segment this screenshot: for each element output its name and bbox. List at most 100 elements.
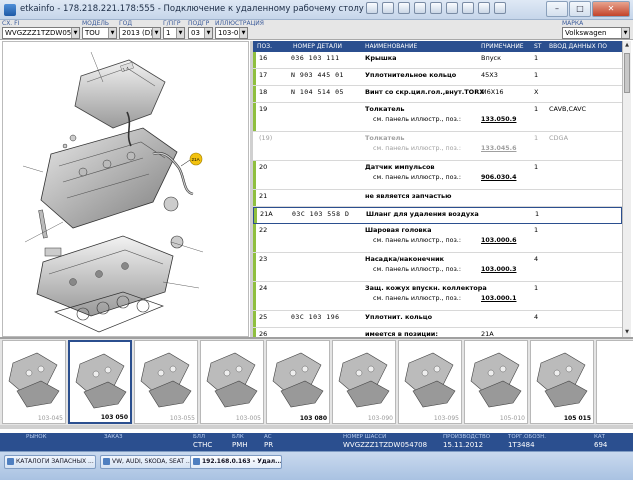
cell-pos: 24 [259,284,268,292]
cell-name: Толкатель [365,134,405,142]
thumbnail[interactable]: 105-010 [464,340,528,424]
col-pos[interactable]: ПОЗ. [257,43,272,50]
row-marker [253,86,256,102]
scroll-thumb[interactable] [624,53,630,93]
thumbnail[interactable]: 103 080 [266,340,330,424]
maximize-button[interactable]: □ [569,1,591,17]
chevron-down-icon[interactable]: ▼ [176,28,184,38]
help-icon[interactable] [494,2,506,14]
cell-name: Шланг для удаления воздуха [366,210,479,218]
taskbar-button[interactable]: VW, AUDI, SKODA, SEAT ... [100,455,192,469]
illustration-reference-link[interactable]: 103.000.3 [481,266,516,273]
status-label: ТОРГ.ОБОЗН. [508,434,546,440]
thumbnail[interactable]: 105 015 [530,340,594,424]
cell-part-number: 03C 103 558 D [292,210,350,218]
cell-st: X [534,88,539,96]
cell-sub-label: см. панель иллюстр., поз.: [373,145,461,152]
col-note[interactable]: ПРИМЕЧАНИЕ [481,43,524,50]
status-value: CTHC [193,441,213,449]
filter-label: СХ. FI [2,20,20,27]
vehicle-status-bar: РЫНОК ЗАКАЗ БЛЛ CTHC БЛК PMH АС PR НОМЕР ШАССИ WV… [0,433,633,451]
col-name[interactable]: НАИМЕНОВАНИЕ [365,43,417,50]
col-part-number[interactable]: НОМЕР ДЕТАЛИ [293,43,342,50]
filter-field[interactable]: 03 ▼ [188,27,213,39]
table-row[interactable]: 21 не является запчастью [253,190,622,207]
cell-note: 45X3 [481,71,498,79]
status-label: ПРОИЗВОДСТВО [443,434,491,440]
thumbnail[interactable] [596,340,633,424]
illustration-reference-link[interactable]: 133.050.9 [481,116,516,123]
table-row[interactable]: 23 Насадка/наконечник 4 см. панель иллюстр.… [253,253,622,282]
chevron-down-icon[interactable]: ▼ [204,28,212,38]
thumbnail-drawing [140,352,192,408]
thumbnail[interactable]: 103-045 [2,340,66,424]
status-label: АС [264,434,272,440]
copy-icon[interactable] [382,2,394,14]
row-marker [253,69,256,85]
table-row[interactable]: 22 Шаровая головка 1 см. панель иллюстр., п… [253,224,622,253]
filter-field[interactable]: WVGZZZ1TZDW0547 ▼ [2,27,80,39]
filter-field[interactable]: TOU ▼ [82,27,117,39]
filter-value: TOU [85,29,100,37]
filter-field[interactable]: 1 ▼ [163,27,185,39]
table-row[interactable]: 26 имеется в позиции: 21A [253,328,622,337]
cell-pos: (19) [259,134,273,142]
col-st[interactable]: ST [534,43,541,50]
chevron-down-icon[interactable]: ▼ [71,28,79,38]
close-button[interactable]: ✕ [592,1,630,17]
cell-sub-label: см. панель иллюстр., поз.: [373,237,461,244]
chevron-down-icon[interactable]: ▼ [152,28,160,38]
status-label: БЛК [232,434,244,440]
cell-part-number: 036 103 111 [291,54,340,62]
filter-label: ИЛЛЮСТРАЦИЯ [215,20,264,27]
table-row[interactable]: 19 Толкатель 1 CAVB,CAVC см. панель иллюстр.… [253,103,622,132]
print-icon[interactable] [366,2,378,14]
thumbnail[interactable]: 103-005 [200,340,264,424]
thumbnail-drawing [470,352,522,408]
filter-field[interactable]: 103-050 ▼ [215,27,248,39]
table-row[interactable]: 20 Датчик импульсов 1 см. панель иллюстр., … [253,161,622,190]
filter-field[interactable]: Volkswagen ▼ [562,27,630,39]
illustration-reference-link[interactable]: 906.030.4 [481,174,516,181]
filter-field[interactable]: 2013 (D) ▼ [119,27,161,39]
table-row[interactable]: 24 Защ. кожух впускн. коллектора 1 см. пане… [253,282,622,311]
thumbnail[interactable]: 103-095 [398,340,462,424]
search-icon[interactable] [398,2,410,14]
back-icon[interactable] [446,2,458,14]
table-row[interactable]: 16 036 103 111 Крышка Впуск 1 [253,52,622,69]
table-row[interactable]: 18 N 104 514 05 Винт со скр.цил.гол.,внут.… [253,86,622,103]
remote-desktop-icon [4,4,16,16]
illustration-reference-link[interactable]: 103.000.1 [481,295,516,302]
row-marker [253,253,256,281]
table-row[interactable]: 17 N 903 445 01 Уплотнительное кольцо 45X3 1 [253,69,622,86]
table-row[interactable]: (19) Толкатель 1 CDGA см. панель иллюстр., п… [253,132,622,161]
settings-icon[interactable] [430,2,442,14]
parts-table-header: ПОЗ. НОМЕР ДЕТАЛИ НАИМЕНОВАНИЕ ПРИМЕЧАНИ… [253,41,622,52]
taskbar-button[interactable]: 192.168.0.163 - Удал... [190,455,282,469]
status-label: БЛЛ [193,434,206,440]
cell-name: Насадка/наконечник [365,255,445,263]
engine-parts-drawing: 1.4 21A [22,51,204,333]
exploded-view-illustration[interactable]: 1.4 21A [2,41,249,337]
scroll-down-icon[interactable]: ▼ [623,328,631,337]
scroll-up-icon[interactable]: ▲ [623,41,631,50]
illustration-reference-link[interactable]: 103.000.6 [481,237,516,244]
parts-scrollbar[interactable]: ▲ ▼ [622,41,631,337]
table-row[interactable]: 21A 03C 103 558 D Шланг для удаления возду… [253,207,622,224]
col-data[interactable]: ВВОД ДАННЫХ ПО [549,43,607,50]
thumbnail[interactable]: 103 050 [68,340,132,424]
thumbnail-label: 103-055 [169,415,195,422]
table-row[interactable]: 25 03C 103 196 Уплотнит. кольцо 4 [253,311,622,328]
taskbar-button[interactable]: КАТАЛОГИ ЗАПАСНЫХ ... [4,455,96,469]
info-icon[interactable] [478,2,490,14]
chevron-down-icon[interactable]: ▼ [621,28,629,38]
chevron-down-icon[interactable]: ▼ [239,28,247,38]
thumbnail-scrollbar[interactable] [0,425,633,429]
chevron-down-icon[interactable]: ▼ [108,28,116,38]
thumbnail[interactable]: 103-090 [332,340,396,424]
zoom-icon[interactable] [414,2,426,14]
illustration-reference-link[interactable]: 133.045.6 [481,145,516,152]
thumbnail[interactable]: 103-055 [134,340,198,424]
forward-icon[interactable] [462,2,474,14]
minimize-button[interactable]: – [546,1,568,17]
